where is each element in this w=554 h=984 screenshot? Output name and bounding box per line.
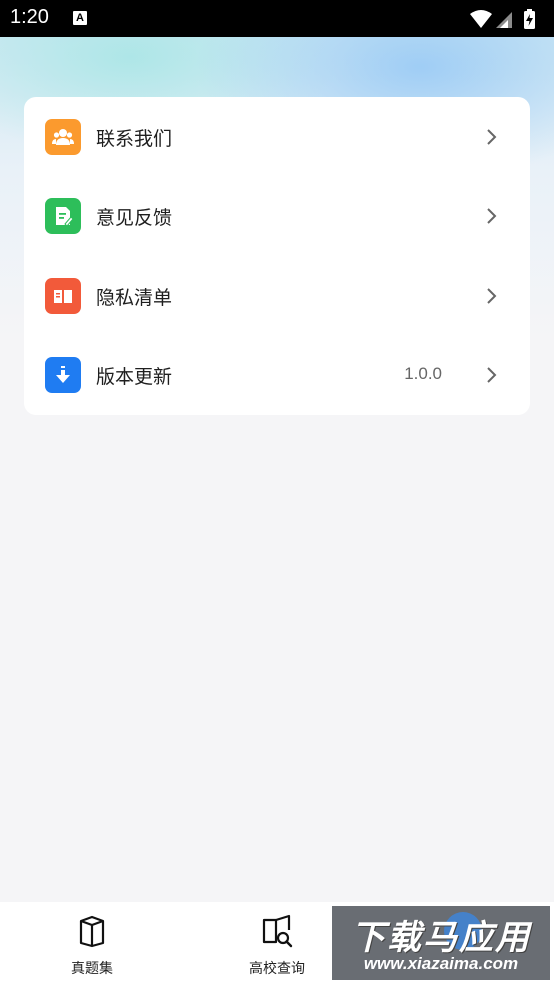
watermark-url: www.xiazaima.com bbox=[363, 954, 519, 973]
status-bar: 1:20 A bbox=[0, 0, 554, 37]
status-time: 1:20 bbox=[10, 6, 49, 28]
menu-item-contact-us[interactable]: 联系我们 bbox=[24, 97, 530, 177]
nav-item-label: 高校查询 bbox=[249, 961, 305, 977]
status-right-icons bbox=[464, 8, 544, 30]
menu-card: 联系我们 意见反馈 隐私清单 版本更新 1.0.0 bbox=[24, 97, 530, 415]
menu-item-label: 联系我们 bbox=[96, 128, 173, 150]
notification-a-icon: A bbox=[73, 11, 87, 25]
battery-charging-icon bbox=[524, 9, 535, 29]
version-number: 1.0.0 bbox=[404, 364, 442, 383]
chevron-right-icon bbox=[487, 367, 497, 383]
nav-item-university-search[interactable]: 高校查询 bbox=[217, 902, 337, 984]
menu-item-version-update[interactable]: 版本更新 1.0.0 bbox=[24, 335, 530, 415]
watermark-overlay: 下载马应用 www.xiazaima.com bbox=[332, 906, 550, 980]
download-arrow-icon bbox=[45, 357, 81, 393]
chevron-right-icon bbox=[487, 129, 497, 145]
signal-icon bbox=[496, 12, 512, 28]
menu-item-privacy-list[interactable]: 隐私清单 bbox=[24, 256, 530, 336]
chevron-right-icon bbox=[487, 288, 497, 304]
wifi-icon bbox=[470, 10, 492, 28]
book-search-icon bbox=[262, 914, 293, 948]
notification-letter: A bbox=[76, 12, 84, 24]
menu-item-label: 隐私清单 bbox=[96, 287, 173, 309]
menu-item-label: 版本更新 bbox=[96, 366, 173, 388]
book-box-icon bbox=[79, 915, 105, 948]
nav-item-label: 真题集 bbox=[71, 961, 113, 977]
contact-people-icon bbox=[45, 119, 81, 155]
nav-item-question-bank[interactable]: 真题集 bbox=[32, 902, 152, 984]
watermark-title: 下载马应用 bbox=[351, 918, 531, 958]
menu-item-label: 意见反馈 bbox=[96, 207, 173, 229]
feedback-document-icon bbox=[45, 198, 81, 234]
privacy-book-icon bbox=[45, 278, 81, 314]
menu-item-feedback[interactable]: 意见反馈 bbox=[24, 176, 530, 256]
chevron-right-icon bbox=[487, 208, 497, 224]
